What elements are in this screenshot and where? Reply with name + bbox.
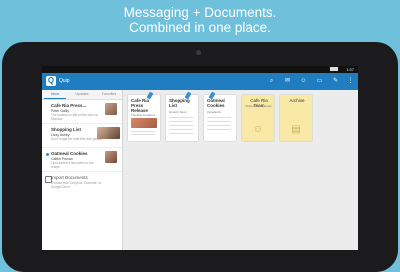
compose-icon[interactable]: ✎ [332,78,339,85]
unread-dot-icon [46,153,49,156]
quip-logo-icon[interactable]: Q [46,76,56,86]
text-line [207,117,231,118]
card-subtitle: The Best Locations [131,113,155,117]
list-item[interactable]: Oatmeal Cookies Caitlin Pruvan I just ad… [42,148,122,172]
document-card[interactable]: Shopping List Grocery Store [166,91,198,141]
tab-updates[interactable]: Updates [69,92,95,96]
text-line [169,129,193,130]
folder-card[interactable]: Archive ▤ [280,95,312,141]
sidebar-tabs: Inbox Updates Favorites [42,90,122,100]
tablet-screen: 1:57 Q Quip ⌕ ✉ ☺ ▭ ✎ ⋮ Inbox Updates Fa… [42,66,358,250]
promo-line-1: Messaging + Documents. [123,5,277,20]
text-line [169,133,193,134]
signal-icon [330,67,338,71]
list-item[interactable]: Import Documents Choose from Dropbox, Ev… [42,172,122,195]
app-bar: Q Quip ⌕ ✉ ☺ ▭ ✎ ⋮ [42,73,358,90]
tab-favorites[interactable]: Favorites [96,92,122,96]
card-title: Shopping List [169,98,190,108]
item-title: Shopping List [51,127,81,132]
item-snippet: Don't forget the milk this time please [51,137,103,141]
people-icon[interactable]: ☺ [300,78,307,85]
avatar [105,151,117,163]
text-line [131,134,155,135]
item-snippet: I just added a few notes to the recipe [51,161,94,169]
folder-icon[interactable]: ▭ [316,78,323,85]
document-card[interactable]: Oatmeal Cookies Ingredients [204,91,236,141]
camera-dot [196,50,201,55]
app-name: Quip [59,78,70,84]
document-card[interactable]: Cafe Ria Press Release The Best Location… [128,91,160,141]
card-title: Cafe Ria Press Release [131,98,150,113]
card-image [131,118,157,128]
sidebar: Inbox Updates Favorites Cafe Ria Press..… [42,90,123,250]
item-title: Cafe Ria Press... [51,103,87,108]
search-icon[interactable]: ⌕ [268,78,275,85]
document-grid: Cafe Ria Press Release The Best Location… [123,90,358,250]
text-line [169,121,193,122]
archive-icon: ▤ [291,124,301,135]
tab-inbox[interactable]: Inbox [42,92,68,96]
item-snippet: The location is still on the plan on Mon… [51,113,99,121]
text-line [207,121,231,122]
card-title: Oatmeal Cookies [207,98,225,108]
folder-card[interactable]: Cafe Ria Team Shared with 3 people ☺ [242,95,274,141]
text-line [169,125,193,126]
chat-icon[interactable]: ✉ [284,78,291,85]
list-item[interactable]: Cafe Ria Press... Peter Galliy The locat… [42,100,122,124]
item-title: Import Documents [51,175,88,180]
item-snippet: Choose from Dropbox, Evernote, or Google… [51,181,102,189]
card-subtitle: Grocery Store [169,110,187,114]
list-item[interactable]: Shopping List Lizzy Ashby Don't forget t… [42,124,122,148]
team-icon: ☺ [252,124,264,135]
promo-line-2: Combined in one place. [129,20,271,35]
card-title: Archive [289,98,305,103]
card-subtitle: Shared with 3 people [245,104,272,108]
text-line [207,129,231,130]
item-title: Oatmeal Cookies [51,151,88,156]
menu-icon[interactable]: ⋮ [347,78,354,85]
avatar [108,127,120,139]
avatar [105,103,117,115]
card-subtitle: Ingredients [207,110,221,114]
active-tab-indicator [44,98,66,99]
status-time: 1:57 [346,67,354,72]
text-line [169,117,193,118]
status-bar: 1:57 [42,66,358,73]
text-line [207,125,231,126]
text-line [131,131,155,132]
